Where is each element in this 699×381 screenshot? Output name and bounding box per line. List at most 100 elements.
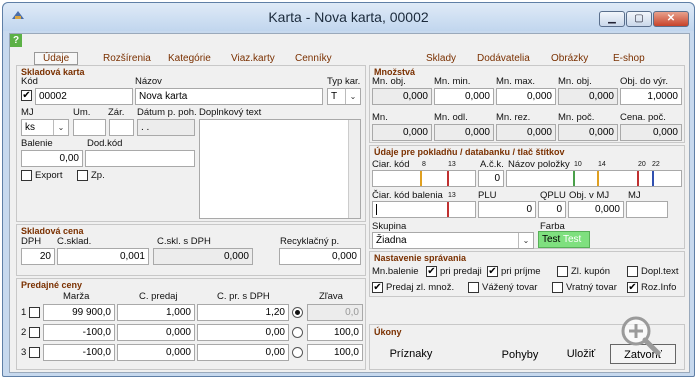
priznaky-button[interactable]: Príznaky — [376, 344, 446, 364]
vratny-tovar-checkbox[interactable] — [552, 282, 563, 293]
row-checkbox[interactable] — [29, 347, 40, 358]
nastavenie-group: Nastavenie správania Mn.balenie ✔ pri pr… — [369, 251, 685, 297]
minimize-button[interactable]: ▁ — [599, 11, 625, 27]
tab-viaz-karty[interactable]: Viaz.karty — [231, 53, 275, 64]
kod-field[interactable]: 00002 — [35, 88, 133, 105]
c-predaj-field[interactable]: 0,000 — [117, 344, 195, 361]
dph-field[interactable]: 20 — [21, 248, 55, 265]
c-sklad-label: C.sklad. — [57, 236, 92, 247]
zl-kupon-checkbox[interactable] — [557, 266, 568, 277]
mj-select[interactable]: ks ⌄ — [21, 119, 69, 136]
c-sklad-field[interactable]: 0,001 — [57, 248, 149, 265]
zoom-in-icon[interactable] — [618, 313, 662, 357]
tab-obrazky[interactable]: Obrázky — [551, 53, 588, 64]
mj2-field[interactable] — [626, 201, 668, 218]
dopl-text-checkbox[interactable] — [627, 266, 638, 277]
c-pr-s-dph-field[interactable]: 0,00 — [197, 344, 289, 361]
zlava-field[interactable]: 100,0 — [307, 344, 363, 361]
vratny-tovar-label: Vratný tovar — [566, 282, 617, 293]
row-checkbox[interactable] — [29, 307, 40, 318]
export-checkbox[interactable] — [21, 170, 32, 181]
marza-field[interactable]: 99 900,0 — [43, 304, 115, 321]
obj-do-vyr-field[interactable]: 1,0000 — [620, 88, 682, 105]
row-checkbox[interactable] — [29, 327, 40, 338]
maximize-button[interactable]: ▢ — [626, 11, 652, 27]
title-bar: Karta - Nova karta, 00002 ▁ ▢ ✕ — [3, 3, 694, 31]
mn-poc-field: 0,000 — [558, 124, 618, 141]
plu-field[interactable]: 0 — [478, 201, 536, 218]
window: Karta - Nova karta, 00002 ▁ ▢ ✕ ? Údaje … — [2, 2, 695, 377]
kod-checkbox[interactable]: ✔ — [21, 90, 32, 101]
help-icon[interactable]: ? — [10, 34, 22, 47]
chevron-down-icon[interactable]: ⌄ — [53, 120, 68, 135]
recyklacny-field[interactable]: 0,000 — [279, 248, 361, 265]
ciar-kod-field[interactable] — [372, 170, 476, 187]
plu-label: PLU — [478, 190, 497, 201]
c-pr-s-dph-field[interactable]: 1,20 — [197, 304, 289, 321]
ciar-tick-8: 8 — [422, 161, 426, 168]
skupina-value: Žiadna — [376, 235, 407, 246]
tab-sklady[interactable]: Sklady — [426, 53, 456, 64]
ciar-kod-balenia-field[interactable] — [372, 201, 476, 218]
obj-do-vyr-label: Obj. do výr. — [620, 76, 669, 87]
pri-predaji-checkbox[interactable]: ✔ — [426, 266, 437, 277]
marza-field[interactable]: -100,0 — [43, 324, 115, 341]
obj-v-mj-field[interactable]: 0,000 — [568, 201, 624, 218]
c-predaj-field[interactable]: 0,000 — [117, 324, 195, 341]
zp-checkbox[interactable] — [77, 170, 88, 181]
c-predaj-field[interactable]: 1,000 — [117, 304, 195, 321]
mn-label: Mn. — [372, 112, 388, 123]
nazov-tick-10: 10 — [574, 161, 582, 168]
um-label: Um. — [73, 107, 91, 118]
mn-min-field[interactable]: 0,000 — [434, 88, 494, 105]
c-pr-s-dph-field[interactable]: 0,00 — [197, 324, 289, 341]
zlava-radio[interactable] — [292, 347, 303, 358]
mn-odl-label: Mn. odl. — [434, 112, 468, 123]
marza-field[interactable]: -100,0 — [43, 344, 115, 361]
roz-info-checkbox[interactable]: ✔ — [627, 282, 638, 293]
balenie-field[interactable]: 0,00 — [21, 150, 83, 167]
pri-predaji-label: pri predaji — [440, 266, 482, 277]
tab-rozsirenia[interactable]: Rozšírenia — [103, 53, 151, 64]
scrollbar[interactable] — [348, 120, 360, 218]
pohyby-button[interactable]: Pohyby — [490, 345, 550, 365]
tab-kategorie[interactable]: Kategórie — [168, 53, 211, 64]
farba-color-picker[interactable]: Test Test — [538, 231, 590, 248]
doplnkovy-text-field[interactable] — [199, 119, 361, 219]
tab-dodavatelia[interactable]: Dodávatelia — [477, 53, 530, 64]
obj-v-mj-label: Obj. v MJ — [569, 190, 610, 201]
roz-info-label: Roz.Info — [641, 282, 677, 293]
datum-label: Dátum p. poh. — [137, 107, 197, 118]
zlava-radio[interactable] — [292, 307, 303, 318]
predaj-zl-mnoz-checkbox[interactable]: ✔ — [372, 282, 383, 293]
typ-kar-select[interactable]: T ⌄ — [327, 88, 361, 105]
nazov-polozky-field[interactable] — [506, 170, 682, 187]
mn-max-field[interactable]: 0,000 — [496, 88, 556, 105]
nazov-tick-14: 14 — [598, 161, 606, 168]
um-field[interactable] — [73, 119, 106, 136]
zlava-radio[interactable] — [292, 327, 303, 338]
tab-cenniky[interactable]: Cenníky — [295, 53, 332, 64]
vazeny-tovar-checkbox[interactable] — [468, 282, 479, 293]
skupina-select[interactable]: Žiadna ⌄ — [372, 232, 534, 249]
ciar-tick-13: 13 — [448, 161, 456, 168]
balenia-tick-13: 13 — [448, 192, 456, 199]
zar-field[interactable] — [109, 119, 134, 136]
close-button[interactable]: ✕ — [653, 11, 689, 27]
window-title: Karta - Nova karta, 00002 — [268, 9, 429, 25]
export-label: Export — [35, 170, 63, 181]
tab-eshop[interactable]: E-shop — [613, 53, 645, 64]
pri-prijme-checkbox[interactable]: ✔ — [487, 266, 498, 277]
mn-field: 0,000 — [372, 124, 432, 141]
skladova-karta-group: Skladová karta Kód ✔ 00002 Názov Nova ka… — [16, 65, 366, 222]
row-number: 2 — [21, 327, 27, 338]
ulozit-button[interactable]: Uložiť — [556, 344, 606, 364]
ack-field[interactable]: 0 — [478, 170, 504, 187]
chevron-down-icon[interactable]: ⌄ — [518, 233, 533, 248]
zlava-field[interactable]: 100,0 — [307, 324, 363, 341]
dod-kod-field[interactable] — [85, 150, 195, 167]
tab-udaje[interactable]: Údaje — [34, 52, 79, 65]
qplu-field[interactable]: 0 — [538, 201, 566, 218]
chevron-down-icon[interactable]: ⌄ — [345, 89, 360, 104]
nazov-field[interactable]: Nova karta — [135, 88, 323, 105]
